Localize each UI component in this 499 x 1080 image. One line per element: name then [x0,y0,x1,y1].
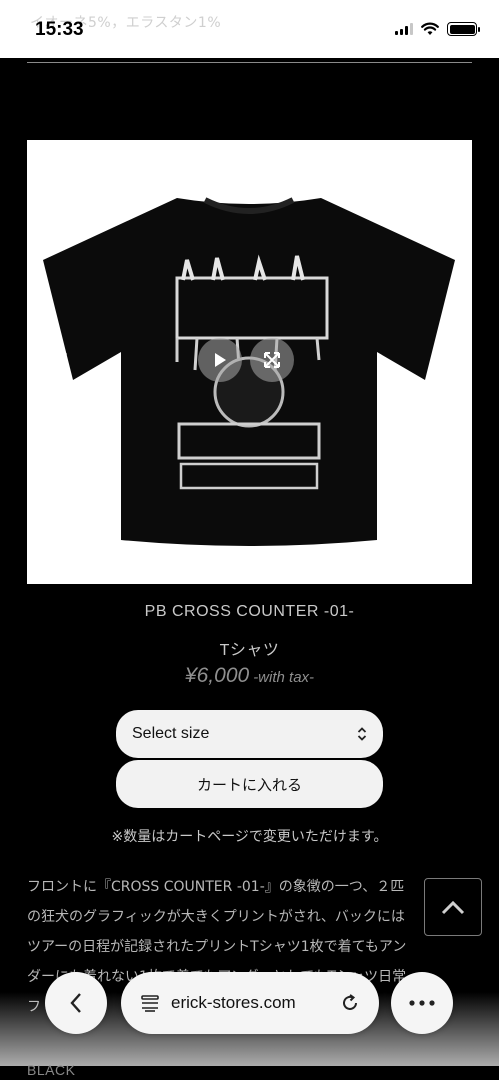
product-type: Tシャツ [219,642,280,659]
browser-url: erick-stores.com [171,993,296,1012]
carousel-prev-icon[interactable] [52,350,72,374]
status-time: 15:33 [35,19,84,40]
cellular-signal-icon [395,23,413,35]
status-bar: イオーネ5%，エラスタン1% 15:33 [0,0,499,58]
reload-icon[interactable] [339,992,361,1014]
play-icon [215,353,226,367]
play-button[interactable] [198,338,242,382]
color-label: BLACK [27,1062,76,1078]
scroll-to-top-button[interactable] [424,878,482,936]
size-select[interactable]: Select size [116,710,383,758]
wifi-icon [421,22,439,35]
add-to-cart-button[interactable]: カートに入れる [116,760,383,808]
expand-icon [264,352,280,368]
chevron-left-icon [70,993,81,1013]
price-row: ¥6,000 -with tax- [0,664,499,688]
page-settings-icon[interactable] [139,992,161,1014]
description-line: の狂犬のグラフィックが大きくプリントがされ、バックには [27,909,405,925]
product-name: PB CROSS COUNTER -01- [144,603,355,620]
tax-note: -with tax- [253,669,315,686]
top-divider [27,62,472,63]
quantity-note: ※数量はカートページで変更いただけます。 [111,829,388,845]
product-price: ¥6,000 [184,664,250,687]
more-icon [409,1000,435,1006]
chevron-up-icon [441,900,465,915]
fullscreen-button[interactable] [250,338,294,382]
battery-icon [447,22,480,36]
browser-address-bar[interactable]: erick-stores.com [121,972,379,1034]
browser-back-button[interactable] [45,972,107,1034]
browser-more-button[interactable] [391,972,453,1034]
description-line: フロントに『CROSS COUNTER -01-』の象徴の一つ、２匹 [27,879,405,895]
select-chevron-icon [357,727,367,741]
description-line: ツアーの日程が記録されたプリントTシャツ1枚で着てもアン [27,939,407,955]
status-icons [395,22,480,36]
size-select-value: Select size [132,725,210,742]
carousel-next-icon[interactable] [427,350,447,374]
carousel-controls [198,338,294,382]
